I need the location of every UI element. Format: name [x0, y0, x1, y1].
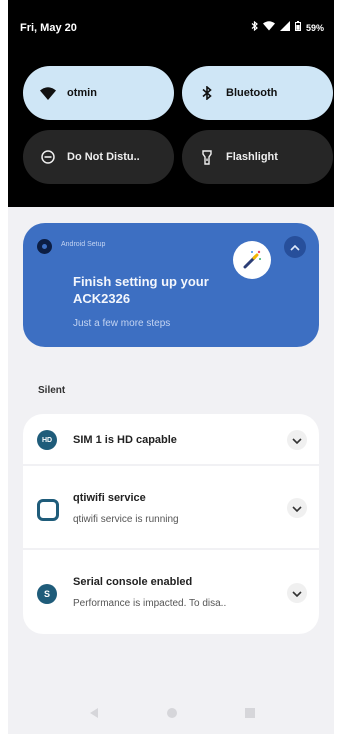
- expand-button[interactable]: [287, 583, 307, 603]
- status-time: Fri, May 20: [20, 22, 77, 34]
- battery-icon: [294, 21, 301, 34]
- chevron-down-icon: [292, 584, 302, 602]
- tile-bluetooth-label: Bluetooth: [226, 87, 278, 99]
- silent-notifications-group: HD SIM 1 is HD capable qtiwifi service q…: [23, 414, 319, 634]
- back-icon[interactable]: [88, 706, 100, 724]
- notification-sim-hd[interactable]: HD SIM 1 is HD capable: [23, 414, 319, 466]
- setup-app-name: Android Setup: [61, 241, 106, 248]
- notification-text: qtiwifi service is running: [73, 514, 179, 525]
- navigation-bar: [8, 700, 334, 734]
- setup-notification-card[interactable]: Android Setup Finish setting up your ACK…: [23, 223, 319, 347]
- setup-title: Finish setting up your ACK2326: [73, 274, 209, 306]
- chevron-down-icon: [292, 499, 302, 517]
- wifi-icon: [262, 21, 275, 34]
- expand-button[interactable]: [287, 430, 307, 450]
- notification-title: SIM 1 is HD capable: [73, 434, 177, 446]
- bluetooth-icon: [251, 20, 258, 34]
- home-icon[interactable]: [166, 706, 178, 724]
- bluetooth-icon: [198, 84, 216, 102]
- notification-serial-console[interactable]: S Serial console enabled Performance is …: [23, 550, 319, 634]
- serial-icon: S: [37, 584, 57, 604]
- setup-subtitle: Just a few more steps: [73, 318, 171, 329]
- tile-bluetooth[interactable]: Bluetooth: [182, 66, 333, 120]
- notification-qtiwifi[interactable]: qtiwifi service qtiwifi service is runni…: [23, 466, 319, 550]
- magic-wand-icon: [233, 241, 271, 279]
- collapse-button[interactable]: [284, 236, 306, 258]
- signal-icon: [279, 21, 290, 34]
- wifi-icon: [39, 84, 57, 102]
- recents-icon[interactable]: [244, 706, 256, 724]
- tile-do-not-disturb[interactable]: Do Not Distu..: [23, 130, 174, 184]
- battery-percent: 59%: [305, 22, 324, 33]
- tile-flashlight[interactable]: Flashlight: [182, 130, 333, 184]
- notification-title: Serial console enabled: [73, 576, 193, 588]
- quick-settings-panel: Fri, May 20 59% otmin Bluetooth Do Not D…: [8, 0, 334, 207]
- tile-do-not-disturb-label: Do Not Distu..: [67, 151, 140, 163]
- tile-wifi[interactable]: otmin: [23, 66, 174, 120]
- do-not-disturb-icon: [39, 148, 57, 166]
- tile-flashlight-label: Flashlight: [226, 151, 278, 163]
- hd-icon: HD: [37, 430, 57, 450]
- notification-shade-screen: Fri, May 20 59% otmin Bluetooth Do Not D…: [8, 0, 334, 734]
- status-icons: 59%: [251, 20, 324, 34]
- expand-button[interactable]: [287, 498, 307, 518]
- tile-wifi-label: otmin: [67, 87, 97, 99]
- status-bar: Fri, May 20 59%: [20, 20, 324, 37]
- square-icon: [37, 499, 59, 521]
- chevron-up-icon: [290, 238, 300, 256]
- settings-gear-icon: [37, 239, 52, 254]
- silent-section-label: Silent: [38, 385, 66, 396]
- notification-text: Performance is impacted. To disa..: [73, 598, 227, 609]
- flashlight-icon: [198, 148, 216, 166]
- notification-title: qtiwifi service: [73, 492, 146, 504]
- chevron-down-icon: [292, 431, 302, 449]
